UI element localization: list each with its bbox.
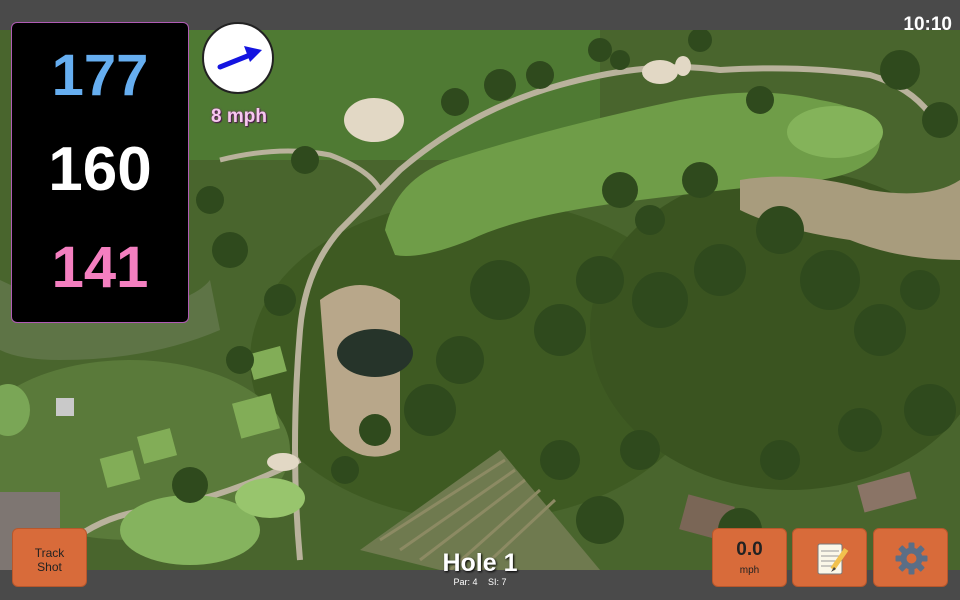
speed-unit: mph xyxy=(739,565,760,576)
settings-button[interactable] xyxy=(873,528,948,587)
track-shot-label-line2: Shot xyxy=(37,560,62,574)
hole-info: Par: 4 SI: 7 xyxy=(380,577,580,587)
hole-par: Par: 4 xyxy=(453,577,478,587)
hole-title: Hole 1 xyxy=(442,549,518,577)
hole-stroke-index: SI: 7 xyxy=(488,577,507,587)
speed-button[interactable]: 0.0 mph xyxy=(712,528,787,587)
wind-direction-indicator xyxy=(202,22,274,94)
notes-button[interactable] xyxy=(792,528,867,587)
speed-value: 0.0 xyxy=(736,539,763,560)
track-shot-button[interactable]: Track Shot xyxy=(12,528,87,587)
distance-panel: 177 160 141 xyxy=(11,22,189,323)
wind-speed: 8 mph xyxy=(211,106,267,127)
wind-direction-arrow-icon xyxy=(217,46,262,70)
back-distance: 177 xyxy=(51,43,149,108)
front-distance: 141 xyxy=(51,235,149,300)
middle-distance: 160 xyxy=(48,135,152,204)
track-shot-label-line1: Track xyxy=(34,546,65,560)
gear-icon xyxy=(895,542,928,575)
notepad-icon xyxy=(817,543,849,575)
